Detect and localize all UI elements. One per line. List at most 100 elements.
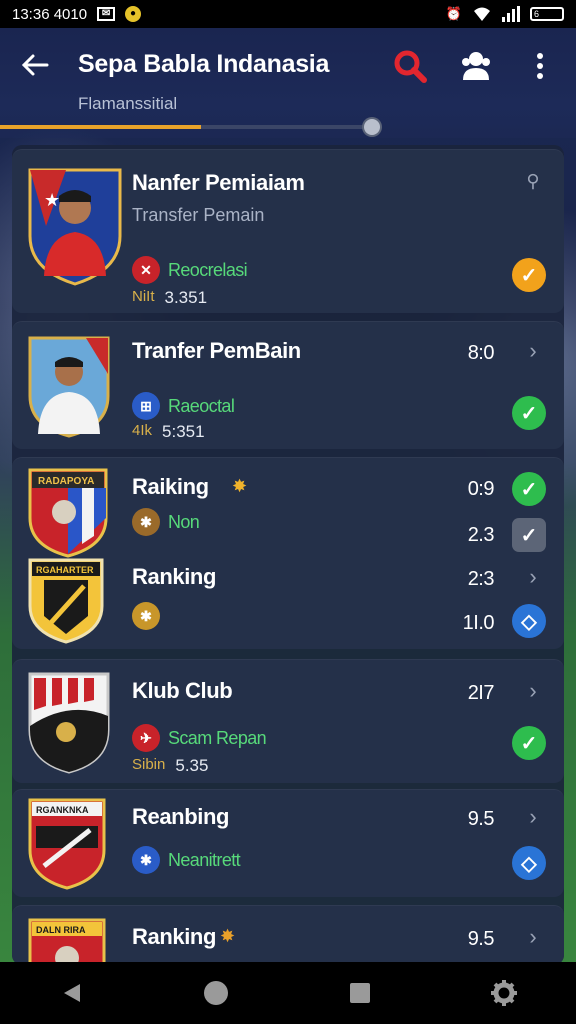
check-button[interactable]: ✓ xyxy=(512,258,546,292)
stat-label: 4Ik xyxy=(132,422,153,439)
nav-recents-button[interactable] xyxy=(336,969,384,1017)
stat-value: 5.35 xyxy=(175,756,209,775)
ranking-list: ★ Nanfer Pemiaiam Transfer Pemain ✕ Reoc… xyxy=(12,145,564,965)
card-title: Reanbing xyxy=(132,804,230,829)
tag-label: Reocrelasi xyxy=(168,259,248,280)
card-stat: 4Ik 5:351 xyxy=(132,422,205,442)
progress-fill xyxy=(0,125,202,129)
stat-label: Sibin xyxy=(132,756,166,773)
nav-home-button[interactable] xyxy=(192,969,240,1017)
chevron-right-icon[interactable]: › xyxy=(520,564,546,590)
progress-knob[interactable] xyxy=(364,119,380,135)
club-crest-icon: RGANKNKA xyxy=(28,798,106,890)
alarm-icon: ⏰ xyxy=(445,6,462,21)
club-crest-icon xyxy=(28,672,110,774)
stat-value: 5:351 xyxy=(162,422,205,441)
tag-badge-icon: ✕ xyxy=(132,256,160,284)
check-button[interactable]: ✓ xyxy=(512,396,546,430)
signal-icon xyxy=(502,6,520,22)
card-tag: ✕ Reocrelasi xyxy=(132,256,248,284)
card-title: Ranking xyxy=(132,924,216,949)
chevron-right-icon[interactable]: › xyxy=(520,804,546,830)
card-tag: ✈ Scam Repan xyxy=(132,724,267,752)
list-item[interactable]: ★ Nanfer Pemiaiam Transfer Pemain ✕ Reoc… xyxy=(12,149,564,313)
club-crest-icon: RGAHARTER xyxy=(28,558,104,644)
tag-badge-icon: ✱ xyxy=(132,508,160,536)
tag-label: Raeoctal xyxy=(168,395,235,416)
notification-icon: ● xyxy=(125,6,142,22)
stat-value: 3.351 xyxy=(164,288,208,307)
tag-badge-icon: ✈ xyxy=(132,724,160,752)
nav-back-button[interactable] xyxy=(48,969,96,1017)
card-score: 9.5 xyxy=(467,928,495,950)
tag-badge-icon: ⊞ xyxy=(132,392,160,420)
svg-text:RADAPOYA: RADAPOYA xyxy=(38,476,94,487)
player-portrait-icon xyxy=(28,336,110,438)
status-time: 13:36 4010 xyxy=(12,5,88,23)
trophy-icon: ✸ xyxy=(220,926,236,946)
list-group: RADAPOYA Raiking ✸ 0:9 ✓ ✱ Non 2.3 ✓ RGA… xyxy=(12,457,564,649)
card-title: Nanfer Pemiaiam xyxy=(132,170,305,195)
player-portrait-icon: ★ xyxy=(28,168,122,286)
status-bar: 13:36 4010 ✉ ● ⏰ 6 xyxy=(0,0,576,28)
back-button[interactable] xyxy=(18,48,52,82)
diamond-button[interactable]: ◇ xyxy=(512,846,546,880)
card-stat: Sibin 5.35 xyxy=(132,756,208,776)
battery-icon: 6 xyxy=(530,7,564,21)
svg-text:★: ★ xyxy=(44,190,60,210)
tag-label: Neanitrett xyxy=(168,849,241,870)
card-score: 8:0 xyxy=(467,342,495,364)
svg-text:RGAHARTER: RGAHARTER xyxy=(36,565,94,575)
card-score-secondary: 2.3 xyxy=(467,524,495,546)
list-item[interactable]: Klub Club 2I7 › ✈ Scam Repan Sibin 5.35 … xyxy=(12,659,564,783)
diamond-button[interactable]: ◇ xyxy=(512,604,546,638)
more-options-button[interactable] xyxy=(522,46,558,86)
svg-text:RGANKNKA: RGANKNKA xyxy=(36,805,89,815)
tag-label: Scam Repan xyxy=(168,727,267,748)
card-tag: ✱ Non xyxy=(132,508,200,536)
search-button[interactable] xyxy=(390,46,430,86)
card-tag: ⊞ Raeoctal xyxy=(132,392,235,420)
search-icon xyxy=(394,50,427,83)
check-button[interactable]: ✓ xyxy=(512,472,546,506)
progress-bar[interactable] xyxy=(0,125,380,129)
back-arrow-icon xyxy=(21,54,49,76)
chevron-right-icon[interactable]: › xyxy=(520,924,546,950)
people-icon xyxy=(462,52,490,80)
system-nav-bar xyxy=(0,962,576,1024)
app-bar: Sepa Babla Indanasia Flamanssitial xyxy=(0,28,576,138)
back-icon xyxy=(64,984,80,1002)
card-title: Klub Club xyxy=(132,678,233,703)
card-subtitle: Transfer Pemain xyxy=(132,205,265,225)
tag-label: Non xyxy=(168,511,200,532)
mail-icon: ✉ xyxy=(97,7,116,21)
list-item[interactable]: DALN RIRA Ranking ✸ 9.5 › xyxy=(12,905,564,965)
club-crest-icon: RADAPOYA xyxy=(28,468,108,558)
search-small-icon[interactable]: ⚲ xyxy=(520,168,546,194)
more-vertical-icon xyxy=(537,53,543,79)
chevron-right-icon[interactable]: › xyxy=(520,338,546,364)
list-item[interactable]: RGANKNKA Reanbing 9.5 › ✱ Neanitrett ◇ xyxy=(12,789,564,897)
svg-text:DALN RIRA: DALN RIRA xyxy=(36,925,86,935)
battery-text: 6 xyxy=(534,9,540,19)
home-icon xyxy=(204,981,228,1005)
card-stat: NiIt 3.351 xyxy=(132,288,207,308)
card-title: Ranking xyxy=(132,564,216,589)
trophy-icon: ✸ xyxy=(232,476,248,496)
list-item[interactable]: Tranfer PemBain 8:0 › ⊞ Raeoctal 4Ik 5:3… xyxy=(12,321,564,449)
check-button[interactable]: ✓ xyxy=(512,726,546,760)
wifi-icon xyxy=(472,6,492,22)
settings-icon xyxy=(491,980,517,1006)
recents-icon xyxy=(350,983,370,1003)
card-tag: ✱ xyxy=(132,602,160,630)
tag-badge-icon: ✱ xyxy=(132,602,160,630)
card-score: 9.5 xyxy=(467,808,495,830)
profile-button[interactable] xyxy=(456,46,496,86)
nav-settings-button[interactable] xyxy=(480,969,528,1017)
chevron-right-icon[interactable]: › xyxy=(520,678,546,704)
tag-badge-icon: ✱ xyxy=(132,846,160,874)
club-crest-icon: DALN RIRA xyxy=(28,918,106,965)
card-score: 0:9 xyxy=(467,478,495,500)
card-score: 2:3 xyxy=(467,568,495,590)
check-button-disabled[interactable]: ✓ xyxy=(512,518,546,552)
